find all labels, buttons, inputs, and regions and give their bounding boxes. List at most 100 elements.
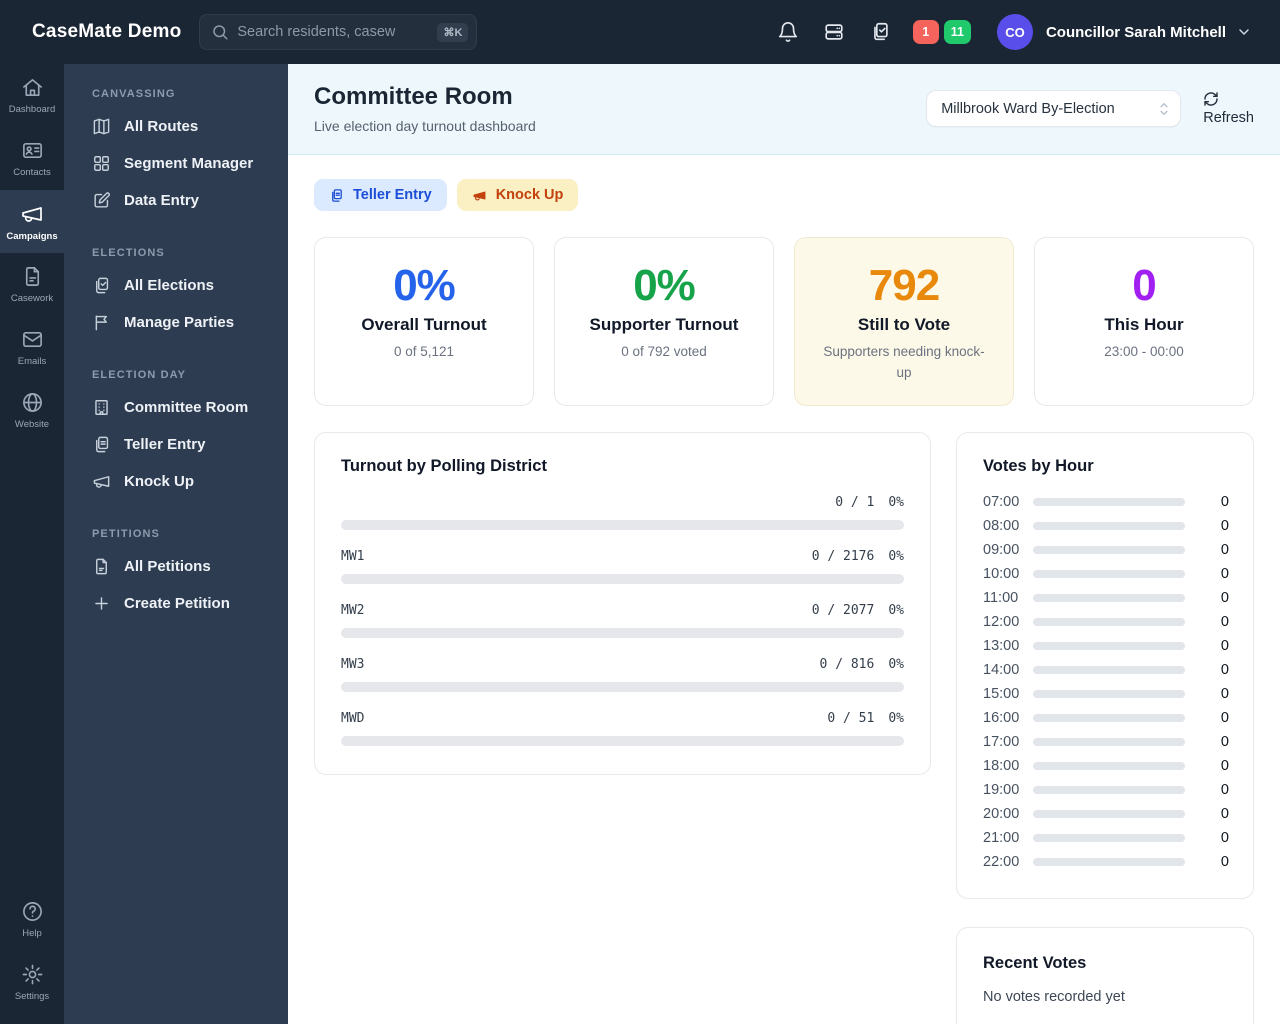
hour-count: 0 bbox=[1220, 758, 1229, 774]
district-row: 0 / 1 0% bbox=[341, 495, 904, 530]
search-input[interactable] bbox=[237, 24, 430, 40]
hour-row: 14:00 0 bbox=[983, 658, 1229, 682]
rail-item-casework[interactable]: Casework bbox=[0, 253, 64, 316]
stat-sub: 23:00 - 00:00 bbox=[1104, 344, 1184, 360]
refresh-button[interactable]: Refresh bbox=[1203, 91, 1254, 126]
district-count: 0 / 2077 bbox=[811, 603, 875, 618]
teller-entry-button[interactable]: Teller Entry bbox=[314, 179, 447, 211]
hour-label: 15:00 bbox=[983, 686, 1020, 702]
rail-item-website[interactable]: Website bbox=[0, 379, 64, 442]
hour-row: 21:00 0 bbox=[983, 826, 1229, 850]
district-count: 0 / 2176 bbox=[811, 549, 875, 564]
hour-row: 07:00 0 bbox=[983, 490, 1229, 514]
hour-count: 0 bbox=[1220, 590, 1229, 606]
district-pct: 0% bbox=[888, 495, 904, 510]
sidebar-item-segment-manager[interactable]: Segment Manager bbox=[64, 145, 288, 182]
district-row: MW3 0 / 816 0% bbox=[341, 657, 904, 692]
sidebar-item-manage-parties[interactable]: Manage Parties bbox=[64, 304, 288, 341]
district-label: MW2 bbox=[341, 603, 365, 618]
topbar: CaseMate Demo ⌘K 1 11 CO Councillor Sara… bbox=[0, 0, 1280, 64]
sidebar-item-all-petitions[interactable]: All Petitions bbox=[64, 548, 288, 585]
select-chevrons-icon bbox=[1157, 100, 1171, 118]
hour-bar bbox=[1033, 690, 1185, 698]
stat-card-still-to-vote: 792 Still to Vote Supporters needing kno… bbox=[794, 237, 1014, 406]
votes-by-hour-panel: Votes by Hour 07:00 0 08:00 0 09:00 0 10… bbox=[956, 432, 1254, 899]
hour-bar bbox=[1033, 858, 1185, 866]
district-pct: 0% bbox=[888, 603, 904, 618]
hour-bar bbox=[1033, 546, 1185, 554]
clipboard-icon bbox=[332, 188, 342, 202]
megaphone-icon bbox=[93, 476, 110, 488]
sidebar-section-election-day: ELECTION DAY bbox=[92, 369, 187, 381]
sidebar-item-teller-entry[interactable]: Teller Entry bbox=[64, 426, 288, 463]
hour-row: 11:00 0 bbox=[983, 586, 1229, 610]
district-label: MW3 bbox=[341, 657, 365, 672]
hour-bar bbox=[1033, 522, 1185, 530]
hour-label: 07:00 bbox=[983, 494, 1020, 510]
hour-bar bbox=[1033, 618, 1185, 626]
hour-bar bbox=[1033, 594, 1185, 602]
election-select[interactable]: Millbrook Ward By-Election bbox=[926, 90, 1182, 127]
sidebar-item-data-entry[interactable]: Data Entry bbox=[64, 182, 288, 219]
stat-card-supporter-turnout: 0% Supporter Turnout 0 of 792 voted bbox=[554, 237, 774, 406]
panel-title: Turnout by Polling District bbox=[341, 457, 547, 475]
success-count-badge[interactable]: 11 bbox=[943, 20, 971, 44]
megaphone-icon bbox=[473, 190, 486, 200]
rail-item-campaigns[interactable]: Campaigns bbox=[0, 190, 64, 253]
district-row: MW1 0 / 2176 0% bbox=[341, 549, 904, 584]
hour-label: 18:00 bbox=[983, 758, 1020, 774]
rail-item-help[interactable]: Help bbox=[0, 888, 64, 951]
search-box[interactable]: ⌘K bbox=[199, 14, 478, 50]
sidebar-item-committee-room[interactable]: Committee Room bbox=[64, 389, 288, 426]
avatar[interactable]: CO bbox=[996, 14, 1033, 50]
hour-count: 0 bbox=[1220, 734, 1229, 750]
hour-bar bbox=[1033, 762, 1185, 770]
hour-label: 19:00 bbox=[983, 782, 1020, 798]
sidebar-item-knock-up[interactable]: Knock Up bbox=[64, 463, 288, 500]
hour-count: 0 bbox=[1220, 566, 1229, 582]
search-icon bbox=[213, 25, 228, 40]
stat-label: Supporter Turnout bbox=[589, 315, 739, 335]
gear-icon bbox=[22, 964, 42, 985]
rail-item-contacts[interactable]: Contacts bbox=[0, 127, 64, 190]
hour-bar bbox=[1033, 570, 1185, 578]
rail-item-dashboard[interactable]: Dashboard bbox=[0, 64, 64, 127]
stat-label: Overall Turnout bbox=[361, 315, 487, 335]
hour-row: 12:00 0 bbox=[983, 610, 1229, 634]
district-count: 0 / 51 bbox=[827, 711, 875, 726]
user-menu-chevron-down-icon[interactable] bbox=[1236, 24, 1252, 40]
megaphone-icon bbox=[22, 206, 42, 222]
hour-label: 11:00 bbox=[983, 590, 1019, 606]
district-count: 0 / 1 bbox=[835, 495, 875, 510]
hour-label: 13:00 bbox=[983, 638, 1020, 654]
district-row: MWD 0 / 51 0% bbox=[341, 711, 904, 746]
flag-icon bbox=[95, 315, 107, 331]
sidebar-item-all-routes[interactable]: All Routes bbox=[64, 108, 288, 145]
search-shortcut-kbd: ⌘K bbox=[437, 22, 469, 42]
refresh-icon bbox=[1204, 92, 1218, 106]
hour-row: 20:00 0 bbox=[983, 802, 1229, 826]
stat-value: 0% bbox=[393, 261, 456, 310]
district-progress-bar bbox=[341, 574, 904, 584]
stat-card-this-hour: 0 This Hour 23:00 - 00:00 bbox=[1034, 237, 1254, 406]
panel-title: Votes by Hour bbox=[983, 457, 1094, 475]
stat-sub: 0 of 5,121 bbox=[393, 344, 455, 360]
sidebar-item-create-petition[interactable]: Create Petition bbox=[64, 585, 288, 622]
alert-count-badge[interactable]: 1 bbox=[912, 20, 939, 44]
rail-item-settings[interactable]: Settings bbox=[0, 951, 64, 1014]
hour-count: 0 bbox=[1220, 638, 1229, 654]
district-pct: 0% bbox=[888, 711, 904, 726]
notifications-bell-icon[interactable] bbox=[777, 21, 799, 43]
server-icon[interactable] bbox=[823, 21, 845, 43]
recent-votes-panel: Recent Votes No votes recorded yet bbox=[956, 927, 1254, 1024]
sidebar-item-all-elections[interactable]: All Elections bbox=[64, 267, 288, 304]
hour-bar bbox=[1033, 810, 1185, 818]
tasks-clipboard-icon[interactable] bbox=[869, 21, 891, 43]
knock-up-button[interactable]: Knock Up bbox=[456, 179, 579, 211]
district-progress-bar bbox=[341, 682, 904, 692]
rail-item-emails[interactable]: Emails bbox=[0, 316, 64, 379]
district-count: 0 / 816 bbox=[819, 657, 875, 672]
hour-row: 19:00 0 bbox=[983, 778, 1229, 802]
hour-bar bbox=[1033, 666, 1185, 674]
stat-value: 0 bbox=[1132, 261, 1156, 310]
